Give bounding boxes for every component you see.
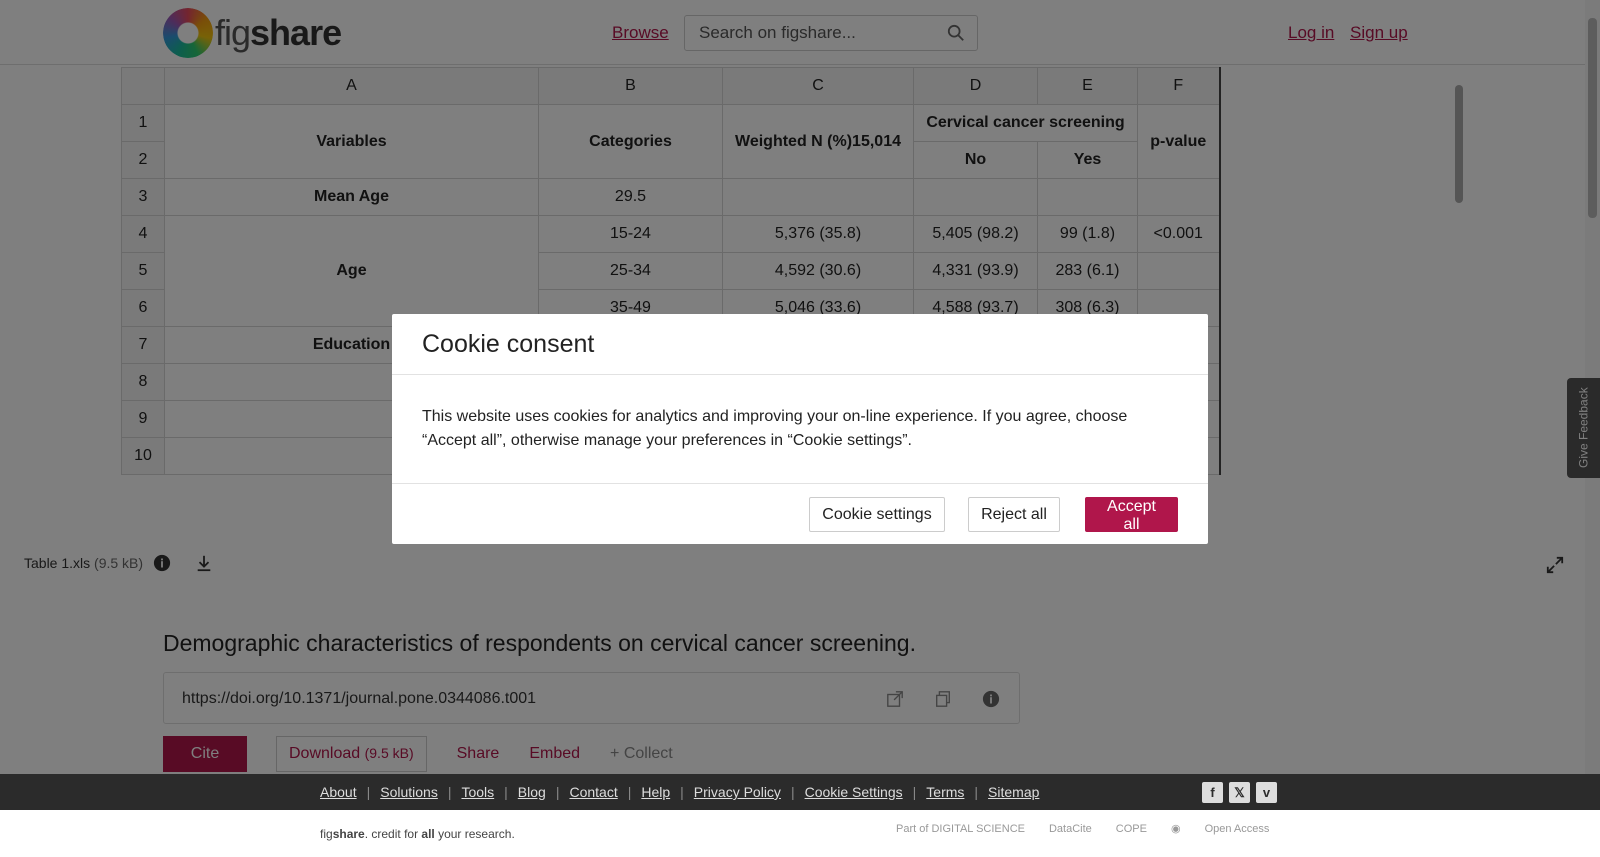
- datacite-logo[interactable]: DataCite: [1049, 823, 1092, 835]
- footer-separator: |: [504, 784, 508, 800]
- cookie-settings-button[interactable]: Cookie settings: [809, 497, 945, 532]
- x-twitter-icon[interactable]: 𝕏: [1229, 782, 1250, 803]
- social-links: f 𝕏 v: [1202, 782, 1277, 803]
- accept-all-button[interactable]: Accept all: [1085, 497, 1178, 533]
- footer-separator: |: [366, 784, 371, 800]
- dialog-body: This website uses cookies for analytics …: [392, 375, 1208, 484]
- footer-links: About | Solutions | Tools | Blog | Contact | Help |…: [320, 784, 1039, 800]
- footer-nav: About | Solutions | Tools | Blog | Contact | Help |…: [0, 774, 1600, 810]
- globe-icon[interactable]: ◉: [1171, 822, 1181, 835]
- footer-link-tools[interactable]: Tools: [461, 784, 494, 800]
- dialog-title: Cookie consent: [392, 314, 1208, 375]
- footer-separator: |: [555, 784, 560, 800]
- reject-all-button[interactable]: Reject all: [968, 497, 1060, 532]
- footer-separator: |: [680, 784, 684, 800]
- footer-tagline: figshare. credit for all your research.: [320, 827, 515, 841]
- footer-link-solutions[interactable]: Solutions: [380, 784, 438, 800]
- footer-separator: |: [790, 784, 795, 800]
- footer-link-privacy-policy[interactable]: Privacy Policy: [694, 784, 781, 800]
- footer-separator: |: [447, 784, 452, 800]
- cope-logo[interactable]: COPE: [1116, 823, 1147, 835]
- footer-link-cookie-settings[interactable]: Cookie Settings: [805, 784, 903, 800]
- facebook-icon[interactable]: f: [1202, 782, 1223, 803]
- cookie-consent-dialog: Cookie consent This website uses cookies…: [392, 314, 1208, 544]
- footer-separator: |: [912, 784, 917, 800]
- partner-logos: Part of DIGITAL SCIENCE DataCite COPE ◉ …: [896, 822, 1270, 836]
- open-access-logo[interactable]: Open Access: [1205, 823, 1270, 835]
- footer-link-contact[interactable]: Contact: [569, 784, 617, 800]
- digital-science-logo[interactable]: Part of DIGITAL SCIENCE: [896, 823, 1025, 835]
- vimeo-icon[interactable]: v: [1256, 782, 1277, 803]
- footer-link-about[interactable]: About: [320, 784, 357, 800]
- footer-link-help[interactable]: Help: [641, 784, 670, 800]
- footer-link-terms[interactable]: Terms: [926, 784, 964, 800]
- footer-separator: |: [627, 784, 632, 800]
- dialog-footer: Cookie settings Reject all Accept all: [392, 484, 1208, 544]
- footer-link-sitemap[interactable]: Sitemap: [988, 784, 1039, 800]
- footer-bottom: figshare. credit for all your research. …: [0, 810, 1600, 857]
- footer-separator: |: [974, 784, 979, 800]
- footer-link-blog[interactable]: Blog: [518, 784, 546, 800]
